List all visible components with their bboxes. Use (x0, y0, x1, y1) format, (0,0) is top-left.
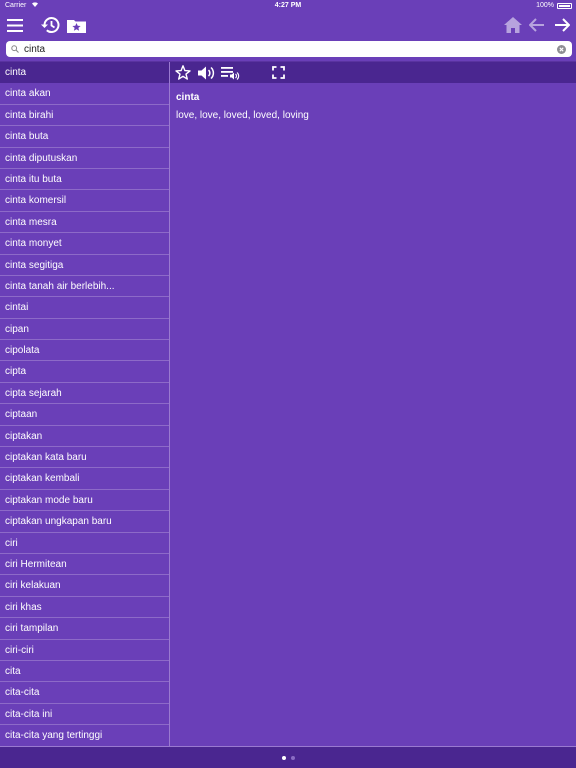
battery-percent: 100% (536, 2, 554, 9)
entry-headword: cinta (176, 92, 200, 103)
list-item[interactable]: cinta (0, 62, 169, 84)
forward-arrow-icon[interactable] (552, 11, 572, 39)
list-item[interactable]: cinta monyet (0, 233, 169, 255)
page-dot[interactable] (290, 755, 295, 760)
battery-icon (557, 2, 572, 9)
home-icon[interactable] (502, 11, 524, 39)
list-item[interactable]: ciptakan kata baru (0, 447, 169, 469)
clear-search-icon[interactable] (553, 44, 569, 54)
entry-translation: love, love, loved, loved, loving (176, 110, 309, 121)
playlist-audio-icon[interactable] (220, 62, 240, 83)
list-item[interactable]: ciri khas (0, 597, 169, 619)
search-bar (6, 41, 572, 57)
page-dot[interactable] (281, 755, 286, 760)
list-item[interactable]: cipta (0, 361, 169, 383)
entry-detail: cinta love, love, loved, loved, loving (170, 83, 576, 746)
list-item[interactable]: cita (0, 661, 169, 683)
star-icon[interactable] (174, 62, 192, 83)
list-item[interactable]: cinta tanah air berlebih... (0, 276, 169, 298)
battery-indicator: 100% (536, 0, 572, 11)
favorites-folder-icon[interactable] (65, 11, 87, 39)
fullscreen-icon[interactable] (269, 62, 287, 83)
list-item[interactable]: cinta itu buta (0, 169, 169, 191)
list-item[interactable]: cita-cita (0, 682, 169, 704)
search-input[interactable] (22, 42, 553, 56)
list-item[interactable]: ciptakan ungkapan baru (0, 511, 169, 533)
list-item[interactable]: cita-cita yang tertinggi (0, 725, 169, 746)
status-bar: Carrier 4:27 PM 100% (0, 0, 576, 11)
list-item[interactable]: ciri (0, 533, 169, 554)
list-item[interactable]: ciptakan kembali (0, 468, 169, 490)
list-item[interactable]: cinta mesra (0, 212, 169, 234)
entry-toolbar (170, 62, 576, 83)
list-item[interactable]: cinta akan (0, 83, 169, 105)
list-item[interactable]: ciptakan mode baru (0, 490, 169, 512)
speaker-icon[interactable] (197, 62, 217, 83)
history-icon[interactable] (39, 11, 61, 39)
list-item[interactable]: cinta segitiga (0, 255, 169, 276)
list-item[interactable]: ciri tampilan (0, 618, 169, 640)
back-arrow-icon[interactable] (527, 11, 547, 39)
list-item[interactable]: cinta diputuskan (0, 148, 169, 169)
page-indicator[interactable] (0, 747, 576, 768)
list-item[interactable]: cintai (0, 297, 169, 319)
word-list[interactable]: cinta cinta akan cinta birahi cinta buta cin… (0, 62, 169, 746)
list-item[interactable]: ciri-ciri (0, 640, 169, 661)
list-item[interactable]: ciri kelakuan (0, 575, 169, 597)
list-item[interactable]: cita-cita ini (0, 704, 169, 726)
list-item[interactable]: ciptaan (0, 404, 169, 426)
list-item[interactable]: cinta komersil (0, 190, 169, 212)
list-item[interactable]: ciptakan (0, 426, 169, 448)
menu-icon[interactable] (4, 11, 26, 39)
list-item[interactable]: cipolata (0, 340, 169, 362)
search-icon (8, 45, 22, 53)
list-item[interactable]: cinta buta (0, 126, 169, 148)
list-item[interactable]: ciri Hermitean (0, 554, 169, 576)
list-item[interactable]: cipan (0, 319, 169, 341)
status-time: 4:27 PM (274, 2, 302, 9)
list-item[interactable]: cinta birahi (0, 105, 169, 127)
top-toolbar (0, 11, 576, 39)
list-item[interactable]: cipta sejarah (0, 383, 169, 405)
